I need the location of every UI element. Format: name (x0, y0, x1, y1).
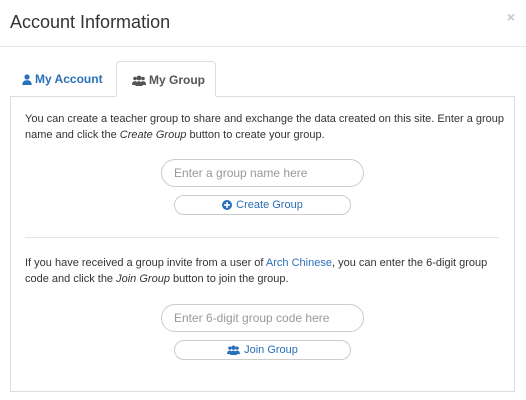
arch-chinese-link[interactable]: Arch Chinese (266, 257, 332, 269)
group-code-input[interactable] (161, 304, 364, 332)
join-text-3: button to join the group. (169, 273, 289, 285)
create-group-description: You can create a teacher group to share … (25, 111, 505, 143)
users-icon (227, 345, 240, 355)
plus-circle-icon (222, 200, 233, 210)
join-text-1: If you have received a group invite from… (25, 257, 266, 269)
tab-my-group-label: My Group (149, 73, 205, 87)
tab-my-account[interactable]: My Account (22, 61, 103, 97)
join-group-button[interactable]: Join Group (174, 340, 351, 360)
join-text-em: Join Group (116, 273, 170, 285)
group-name-input[interactable] (161, 159, 364, 187)
join-group-button-label: Join Group (244, 344, 298, 356)
users-icon (132, 75, 146, 86)
modal-title: Account Information (10, 12, 171, 32)
create-text-em: Create Group (119, 129, 187, 141)
close-button[interactable]: × (507, 10, 515, 24)
create-group-button-label: Create Group (236, 199, 303, 211)
user-icon (22, 74, 32, 85)
tab-my-group[interactable]: My Group (116, 61, 216, 97)
tab-my-account-label: My Account (35, 72, 103, 86)
my-group-panel: You can create a teacher group to share … (10, 96, 515, 392)
modal-header: Account Information × (0, 0, 526, 47)
create-text-2: button to create your group. (186, 129, 325, 141)
section-divider (25, 237, 499, 238)
create-group-button[interactable]: Create Group (174, 195, 351, 215)
join-group-description: If you have received a group invite from… (25, 255, 505, 287)
